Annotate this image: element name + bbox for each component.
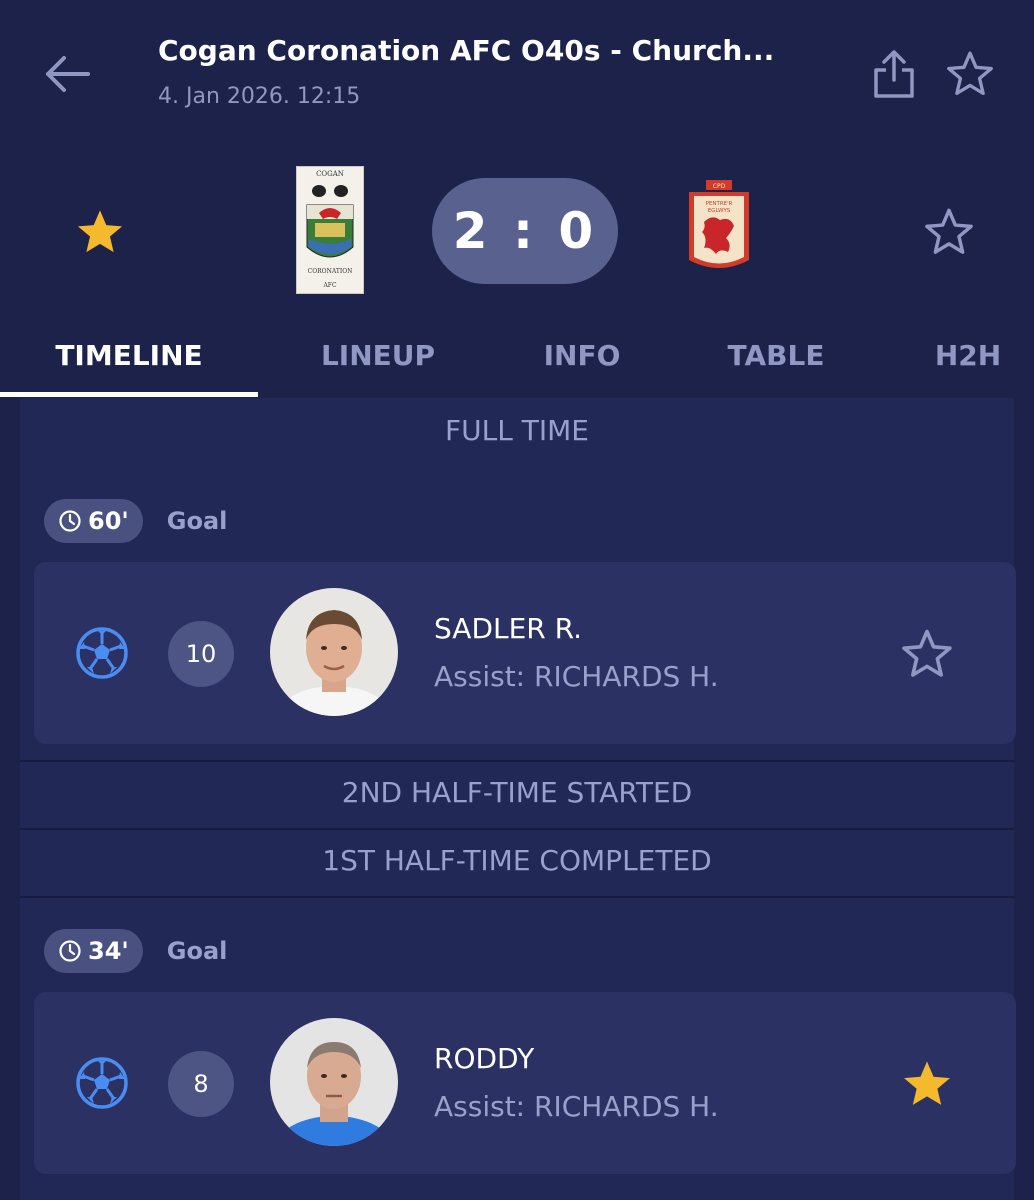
home-team-favorite-button[interactable] [70, 202, 130, 262]
star-outline-icon [947, 51, 993, 96]
minute-badge: 60' [44, 499, 143, 543]
share-button[interactable] [866, 44, 922, 104]
match-datetime: 4. Jan 2026. 12:15 [158, 84, 361, 109]
player-avatar[interactable] [270, 588, 398, 716]
svg-text:CORONATION: CORONATION [308, 268, 353, 275]
tab-lineup[interactable]: LINEUP [278, 326, 478, 386]
player-name[interactable]: RODDY [434, 1042, 534, 1075]
home-team-logo[interactable]: COGAN CORONATION AFC [296, 166, 364, 294]
cogan-crest-icon: COGAN CORONATION AFC [306, 170, 354, 289]
match-header: Cogan Coronation AFC O40s - Church... 4.… [0, 0, 1034, 140]
page-title: Cogan Coronation AFC O40s - Church... [158, 34, 775, 67]
match-score: 2 : 0 [432, 178, 618, 284]
svg-text:COGAN: COGAN [316, 170, 344, 178]
star-filled-icon [77, 210, 123, 253]
goal-event-card[interactable]: 8 RODDY Assist: RICHARDS H. [34, 992, 1016, 1174]
star-filled-icon [904, 1061, 950, 1105]
event-header: 60' Goal [44, 499, 227, 543]
full-time-label: FULL TIME [445, 414, 589, 447]
divider [20, 896, 1014, 898]
star-outline-icon [902, 629, 952, 677]
active-tab-indicator [0, 392, 258, 397]
assist-text: Assist: RICHARDS H. [434, 660, 719, 693]
event-type: Goal [166, 507, 228, 535]
pentre-eglwys-crest-icon: CPD PENTRE'R EGLWYS [689, 180, 749, 268]
assist-text: Assist: RICHARDS H. [434, 1090, 719, 1123]
svg-text:EGLWYS: EGLWYS [708, 208, 731, 214]
second-half-started-label: 2ND HALF-TIME STARTED [341, 776, 693, 809]
match-tabs: TIMELINE LINEUP INFO TABLE H2H [0, 326, 1034, 398]
star-outline-icon [925, 208, 973, 254]
soccer-ball-icon [76, 627, 128, 679]
tab-info[interactable]: INFO [500, 326, 664, 386]
event-minute: 60' [88, 507, 129, 535]
favorite-match-button[interactable] [940, 44, 1000, 104]
player-name[interactable]: SADLER R. [434, 612, 582, 645]
tab-timeline[interactable]: TIMELINE [0, 326, 258, 386]
svg-text:CPD: CPD [713, 183, 726, 190]
shirt-number: 10 [168, 621, 234, 687]
shirt-number: 8 [168, 1051, 234, 1117]
clock-icon [59, 510, 81, 532]
share-icon [874, 50, 914, 98]
minute-badge: 34' [44, 929, 143, 973]
away-team-favorite-button[interactable] [918, 202, 980, 262]
goal-event-card[interactable]: 10 SADLER R. Assist: RICHARDS H. [34, 562, 1016, 744]
favorite-player-button[interactable] [896, 1054, 958, 1114]
away-team-logo[interactable]: CPD PENTRE'R EGLWYS [686, 178, 752, 278]
event-header: 34' Goal [44, 929, 227, 973]
back-button[interactable] [40, 46, 96, 102]
player-photo-icon [270, 588, 398, 716]
soccer-ball-icon [76, 1057, 128, 1109]
clock-icon [59, 940, 81, 962]
arrow-left-icon [46, 56, 90, 92]
divider [20, 760, 1014, 762]
svg-text:AFC: AFC [322, 282, 336, 289]
event-minute: 34' [88, 937, 129, 965]
player-photo-icon [270, 1018, 398, 1146]
tab-h2h[interactable]: H2H [906, 326, 1030, 386]
svg-text:PENTRE'R: PENTRE'R [706, 201, 733, 207]
tab-table[interactable]: TABLE [690, 326, 862, 386]
player-avatar[interactable] [270, 1018, 398, 1146]
event-type: Goal [166, 937, 228, 965]
first-half-completed-label: 1ST HALF-TIME COMPLETED [322, 844, 712, 877]
favorite-player-button[interactable] [896, 624, 958, 684]
divider [20, 828, 1014, 830]
